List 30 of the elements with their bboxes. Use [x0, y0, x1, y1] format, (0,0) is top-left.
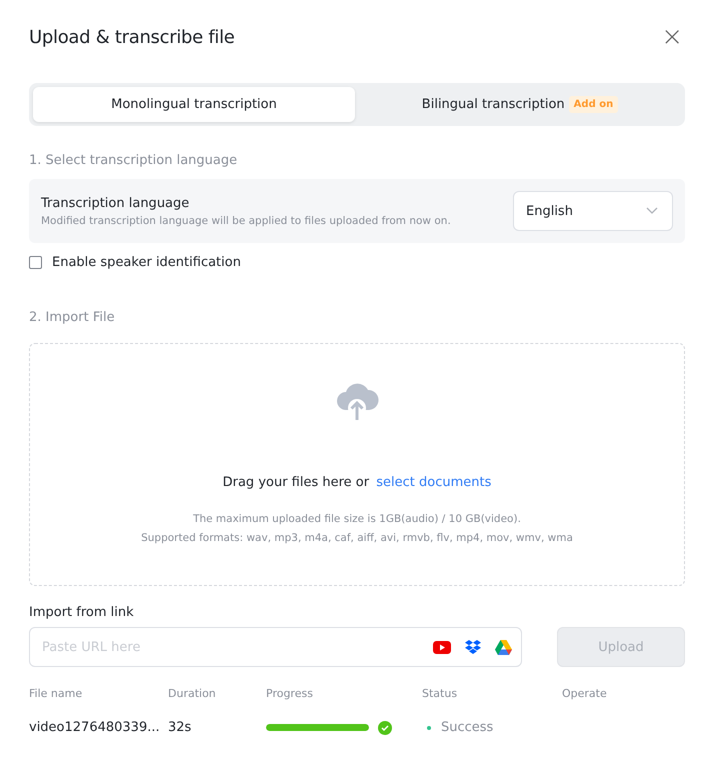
- column-header: Duration: [168, 687, 217, 700]
- select-documents-link[interactable]: select documents: [376, 475, 492, 490]
- column-header: File name: [29, 687, 84, 700]
- import-link-label: Import from link: [29, 605, 135, 620]
- language-label: Transcription language: [41, 196, 190, 210]
- tab[interactable]: Monolingual transcription: [33, 87, 355, 122]
- status-text: Success: [441, 720, 494, 735]
- language-dropdown[interactable]: English: [513, 191, 673, 231]
- checkbox[interactable]: [29, 256, 42, 269]
- add-on-badge: Add on: [568, 96, 618, 113]
- column-header: Progress: [266, 687, 314, 700]
- drop-zone[interactable]: Drag your files here or select documents The maximum uploaded file size is 1GB(audio) / 10 GB(video). Supported formats: wav, mp3, m4a, caf, aiff, avi, rmvb, flv, mp4, mov, wmv, wma: [29, 343, 685, 586]
- section-heading: 2. Import File: [29, 310, 116, 325]
- formats-text: Supported formats: wav, mp3, m4a, caf, aiff, avi, rmvb, flv, mp4, mov, wmv, wma: [141, 531, 573, 546]
- triangle-drive-icon: [495, 640, 512, 654]
- chevron-down-icon: [646, 207, 658, 215]
- dialog-title: Upload & transcribe file: [29, 26, 235, 48]
- box-stack-icon: [465, 640, 481, 654]
- video-play-icon: [433, 640, 451, 654]
- column-header: Status: [422, 687, 458, 700]
- close-button[interactable]: ×: [659, 22, 685, 52]
- section-heading: 1. Select transcription language: [29, 153, 238, 168]
- checkbox-label: Enable speaker identification: [52, 255, 241, 270]
- size-limit-text: The maximum uploaded file size is 1GB(audio) / 10 GB(video).: [193, 512, 521, 527]
- language-hint: Modified transcription language will be applied to files uploaded from now on.: [41, 214, 451, 226]
- drag-instruction: Drag your files here or select documents: [222, 475, 492, 490]
- tab[interactable]: Bilingual transcription Add on: [359, 87, 681, 122]
- file-name-cell-text: video1276480339...: [29, 720, 161, 735]
- column-header: Operate: [562, 687, 608, 700]
- duration-cell-text: 32s: [168, 720, 192, 735]
